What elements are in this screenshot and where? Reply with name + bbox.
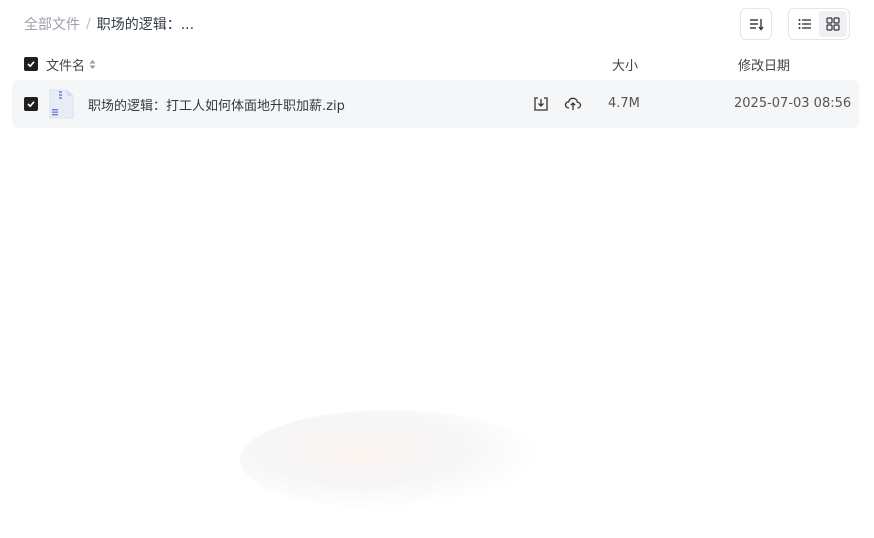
size-column-header[interactable]: 大小 — [612, 55, 638, 74]
list-view-button[interactable] — [791, 11, 819, 37]
file-modified-date: 2025-07-03 08:56 — [734, 96, 852, 111]
table-row[interactable]: 职场的逻辑：打工人如何体面地升职加薪.zip 4.7M 2025-07-03 0… — [12, 80, 859, 128]
check-icon — [27, 101, 35, 108]
background-glow — [240, 410, 540, 510]
sort-icon — [750, 19, 764, 31]
grid-view-icon — [826, 17, 840, 31]
row-checkbox[interactable] — [24, 97, 38, 111]
name-column-label: 文件名 — [46, 59, 86, 74]
view-mode-toggle — [788, 8, 850, 40]
file-name[interactable]: 职场的逻辑：打工人如何体面地升职加薪.zip — [88, 95, 345, 114]
table-header: 文件名 大小 修改日期 — [12, 52, 859, 76]
select-all-checkbox[interactable] — [24, 57, 38, 71]
file-size: 4.7M — [608, 96, 640, 111]
download-icon — [534, 97, 548, 111]
check-icon — [27, 61, 35, 68]
zip-file-icon — [49, 89, 74, 119]
breadcrumb-current-folder: 职场的逻辑：... — [96, 17, 195, 33]
cloud-upload-icon — [564, 97, 582, 110]
name-column-header[interactable]: 文件名 — [46, 55, 96, 74]
save-to-cloud-button[interactable] — [563, 94, 583, 114]
breadcrumb: 全部文件 / 职场的逻辑：... — [24, 14, 194, 34]
date-column-header[interactable]: 修改日期 — [738, 55, 790, 74]
grid-view-button[interactable] — [819, 11, 847, 37]
sort-toggle-icon — [89, 59, 96, 70]
sort-button[interactable] — [740, 8, 772, 40]
download-button[interactable] — [531, 94, 551, 114]
list-view-icon — [798, 19, 811, 29]
breadcrumb-root-link[interactable]: 全部文件 — [24, 14, 80, 34]
breadcrumb-separator: / — [86, 16, 91, 32]
